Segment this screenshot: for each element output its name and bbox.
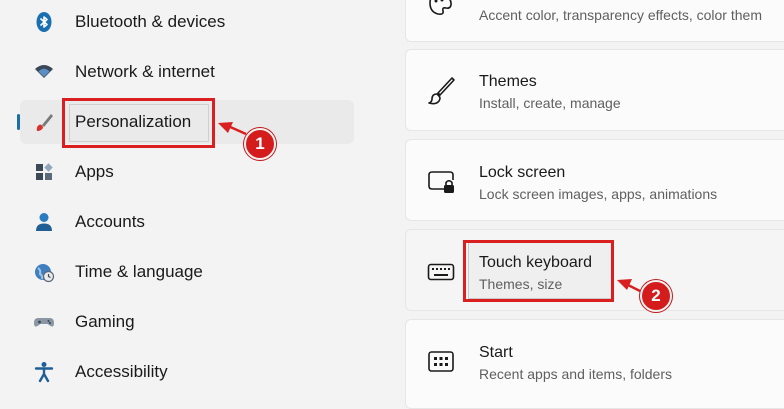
step-badge-1: 1 (244, 128, 276, 160)
step-badge-2: 2 (640, 280, 672, 312)
annotation-arrows (218, 122, 643, 294)
arrow-line-1 (227, 124, 247, 136)
